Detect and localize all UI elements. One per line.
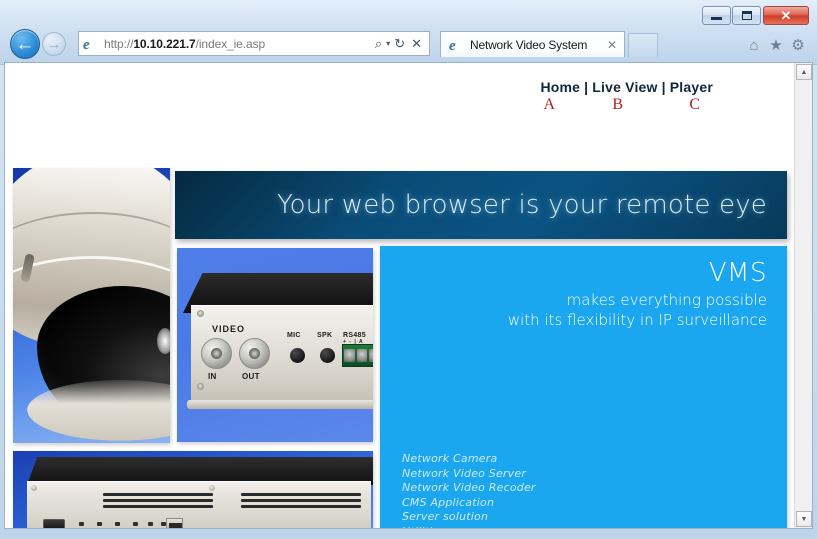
hero-banner-text: Your web browser is your remote eye bbox=[276, 190, 767, 220]
forward-arrow-icon: → bbox=[46, 35, 62, 53]
nvr-screw bbox=[31, 485, 37, 491]
window-caption-buttons: ✕ bbox=[701, 6, 809, 25]
favorites-icon[interactable]: ★ bbox=[765, 34, 787, 56]
browser-toolbar-icons: ⌂ ★ ⚙ bbox=[743, 34, 809, 56]
nvr-led-lan bbox=[115, 522, 120, 526]
nvr-vent-slot bbox=[103, 493, 213, 496]
browser-tab[interactable]: e Network Video System ✕ bbox=[440, 31, 625, 57]
nvr-usb-port bbox=[166, 518, 183, 528]
mic-jack bbox=[290, 348, 305, 363]
ie-logo-icon: e bbox=[83, 36, 90, 53]
bnc-connector-out bbox=[239, 338, 270, 369]
nvr-led-txrx bbox=[133, 522, 138, 526]
vms-panel: VMS makes everything possible with its f… bbox=[380, 246, 787, 528]
hero-banner: Your web browser is your remote eye bbox=[175, 171, 787, 239]
maximize-icon bbox=[741, 11, 752, 20]
nav-separator-1: | bbox=[584, 79, 589, 95]
site-navigation: Home | Live View | Player bbox=[540, 79, 713, 95]
vms-feature-list: Network Camera Network Video Server Netw… bbox=[402, 452, 536, 528]
annotation-label-a: A bbox=[543, 96, 555, 113]
list-item: Network Video Recoder bbox=[402, 481, 536, 494]
new-tab-button[interactable] bbox=[628, 33, 658, 57]
navigation-arrows: ← → bbox=[10, 29, 66, 59]
vms-title: VMS bbox=[708, 258, 767, 288]
nvr-vent-slot bbox=[103, 499, 213, 502]
back-button[interactable]: ← bbox=[10, 29, 40, 59]
nvr-vent-slot bbox=[241, 499, 361, 502]
list-item: Server solution bbox=[402, 510, 489, 523]
scrollbar-up-button[interactable]: ▲ bbox=[796, 64, 812, 80]
home-icon[interactable]: ⌂ bbox=[743, 34, 765, 56]
label-video: VIDEO bbox=[212, 324, 246, 334]
nvr-image: OFF / ON POWER STATUS LAN TX/RX HDD REC … bbox=[13, 451, 373, 528]
nvr-screw bbox=[209, 485, 215, 491]
label-polarity: + - | A bbox=[343, 339, 364, 345]
nav-link-live-view[interactable]: Live View bbox=[592, 79, 657, 95]
url-text: http://10.10.221.7/index_ie.asp bbox=[104, 37, 372, 51]
nvr-led-rec bbox=[161, 522, 166, 526]
dome-camera-image bbox=[13, 168, 170, 443]
nvr-vent-slot bbox=[103, 505, 213, 508]
speaker-jack bbox=[320, 348, 335, 363]
annotation-label-b: B bbox=[612, 96, 623, 113]
video-server-image: VIDEO IN OUT MIC SPK RS485 + - | A D bbox=[177, 248, 373, 442]
label-out: OUT bbox=[242, 372, 260, 381]
bnc-connector-in bbox=[201, 338, 232, 369]
url-host: 10.10.221.7 bbox=[133, 36, 196, 51]
maximize-button[interactable] bbox=[732, 6, 761, 25]
address-bar[interactable]: e http://10.10.221.7/index_ie.asp ⌕ ▾ ↻ … bbox=[78, 31, 430, 56]
video-server-screw-bottom bbox=[197, 383, 204, 390]
annotation-label-c: C bbox=[689, 96, 700, 113]
label-mic: MIC bbox=[287, 332, 301, 339]
nvr-led-hdd bbox=[148, 522, 153, 526]
url-protocol: http:// bbox=[104, 36, 134, 51]
close-button[interactable]: ✕ bbox=[763, 6, 809, 25]
label-rs485: RS485 bbox=[343, 332, 366, 339]
nav-link-player[interactable]: Player bbox=[670, 79, 713, 95]
back-arrow-icon: ← bbox=[15, 33, 35, 55]
video-server-base bbox=[187, 400, 373, 409]
url-path: /index_ie.asp bbox=[195, 36, 266, 51]
tab-close-icon[interactable]: ✕ bbox=[604, 39, 620, 51]
page-scrollbar[interactable]: ▲ ▼ bbox=[794, 63, 812, 528]
refresh-icon[interactable]: ↻ bbox=[391, 37, 408, 50]
nav-separator-2: | bbox=[661, 79, 666, 95]
scrollbar-down-button[interactable]: ▼ bbox=[796, 511, 812, 527]
nvr-led-status bbox=[97, 522, 102, 526]
list-item: CMS Application bbox=[402, 495, 495, 509]
page-viewport: Home | Live View | Player A B C Your web bro… bbox=[4, 62, 813, 529]
list-item: Utilities bbox=[402, 525, 536, 529]
nvr-vent-slot bbox=[241, 493, 361, 496]
vms-subtitle-line-2: with its flexibility in IP surveillance bbox=[507, 311, 767, 329]
label-spk: SPK bbox=[317, 332, 333, 339]
dome-lens-highlight bbox=[157, 328, 170, 354]
tab-favicon-icon: e bbox=[449, 37, 456, 54]
list-item: Network Video Server bbox=[402, 466, 527, 480]
vms-subtitle-line-1: makes everything possible bbox=[566, 291, 767, 309]
web-page-content: Home | Live View | Player A B C Your web bro… bbox=[5, 63, 795, 528]
list-item: Network Camera bbox=[402, 452, 498, 465]
nav-link-home[interactable]: Home bbox=[540, 79, 580, 95]
vms-subtitle: makes everything possible with its flexi… bbox=[508, 290, 767, 330]
scroll-down-icon: ▼ bbox=[800, 515, 808, 523]
search-icon[interactable]: ⌕ bbox=[372, 37, 385, 50]
tab-title: Network Video System bbox=[470, 37, 588, 52]
close-icon: ✕ bbox=[780, 8, 792, 23]
stop-icon[interactable]: ✕ bbox=[408, 37, 425, 50]
tools-gear-icon[interactable]: ⚙ bbox=[787, 34, 809, 56]
address-bar-icons: ⌕ ▾ ↻ ✕ bbox=[372, 37, 429, 50]
minimize-icon bbox=[711, 17, 722, 20]
label-in: IN bbox=[208, 372, 217, 381]
browser-window: ✕ ← → e http://10.10.221.7/index_ie.asp … bbox=[0, 0, 817, 539]
minimize-button[interactable] bbox=[702, 6, 731, 25]
video-server-screw-top bbox=[197, 310, 204, 317]
nvr-power-switch bbox=[43, 519, 65, 528]
nvr-vent-slot bbox=[241, 505, 361, 508]
forward-button[interactable]: → bbox=[42, 32, 66, 56]
nvr-led-power bbox=[79, 522, 84, 526]
rs485-terminal-block bbox=[342, 344, 373, 367]
scroll-up-icon: ▲ bbox=[800, 68, 808, 76]
